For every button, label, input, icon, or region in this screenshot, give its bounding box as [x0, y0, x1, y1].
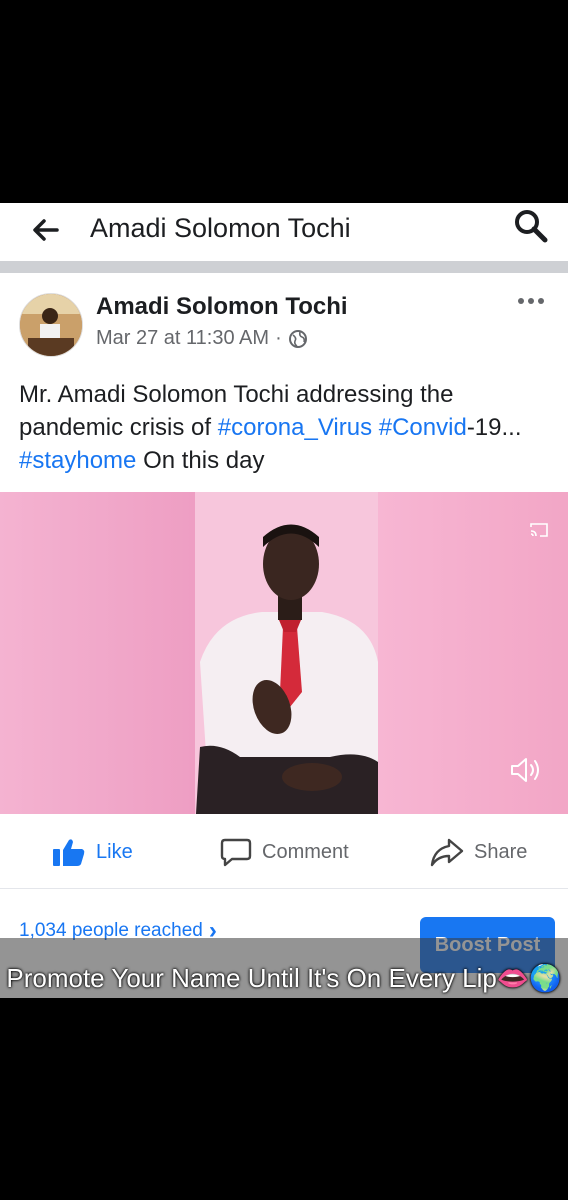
globe-icon	[288, 329, 307, 348]
post-actions: Like Comment Share	[0, 815, 568, 889]
facebook-app: Amadi Solomon Tochi Amadi Solomon Tochi …	[0, 203, 568, 998]
post-author[interactable]: Amadi Solomon Tochi	[96, 293, 348, 321]
share-label: Share	[474, 840, 528, 863]
post-video[interactable]	[0, 492, 568, 814]
meta-separator: ·	[275, 327, 282, 349]
share-icon	[430, 838, 464, 867]
hashtag-corona-virus[interactable]: #corona_Virus	[218, 414, 372, 441]
comment-icon	[220, 838, 252, 867]
back-arrow-icon[interactable]	[30, 215, 60, 245]
post-timestamp[interactable]: Mar 27 at 11:30 AM	[96, 327, 269, 350]
avatar[interactable]	[19, 293, 83, 357]
thumbs-up-icon	[53, 839, 85, 866]
like-label: Like	[96, 840, 133, 863]
comment-button[interactable]: Comment	[220, 837, 349, 867]
hashtag-convid[interactable]: #Convid	[379, 414, 467, 441]
more-options-icon[interactable]	[515, 293, 547, 309]
caption-text-mid: -19...	[466, 414, 522, 441]
comment-label: Comment	[262, 840, 349, 863]
share-button[interactable]: Share	[430, 837, 527, 867]
hashtag-stayhome[interactable]: #stayhome	[19, 447, 136, 474]
cast-icon[interactable]	[528, 521, 550, 539]
divider	[0, 261, 568, 273]
page-title: Amadi Solomon Tochi	[90, 213, 351, 243]
like-button[interactable]: Like	[52, 837, 133, 867]
overlay-caption: Promote Your Name Until It's On Every Li…	[6, 963, 562, 993]
volume-icon[interactable]	[508, 755, 544, 785]
caption-text-end: On this day	[136, 447, 265, 474]
search-icon[interactable]	[512, 207, 550, 245]
top-bar: Amadi Solomon Tochi	[0, 203, 568, 261]
post-meta: Mar 27 at 11:30 AM ·	[96, 327, 308, 350]
post-caption: Mr. Amadi Solomon Tochi addressing the p…	[19, 378, 549, 477]
